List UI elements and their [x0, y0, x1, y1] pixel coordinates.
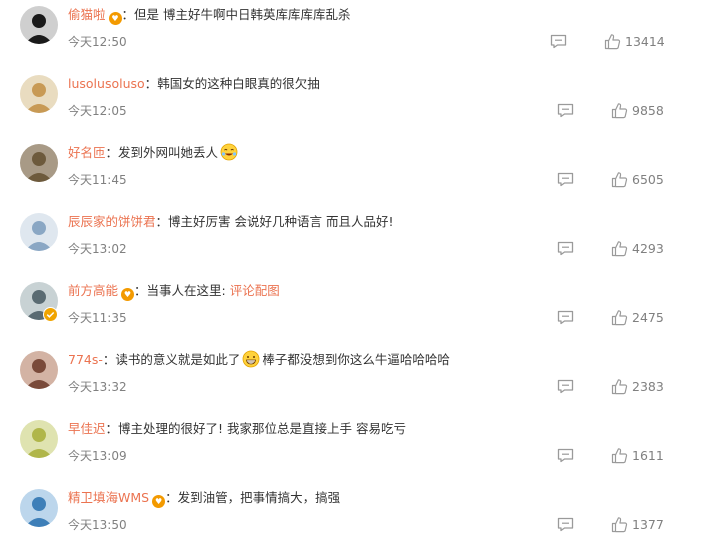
like-count: 1377	[632, 517, 664, 532]
like-count: 1611	[632, 448, 664, 463]
colon-separator: ：	[144, 76, 158, 91]
comment-icon[interactable]	[557, 379, 574, 394]
comment-text: 当事人在这里:	[146, 283, 226, 298]
comment-text: 发到外网叫她丢人	[118, 145, 219, 160]
laugh-emoji	[220, 143, 238, 167]
comment-item: 774s-：读书的意义就是如此了 棒子都没想到你这么牛逼哈哈哈哈今天13:32 23…	[0, 349, 713, 417]
comment-line: 辰辰家的饼饼君：博主好厉害 会说好几种语言 而且人品好!	[68, 212, 394, 232]
colon-separator: ：	[105, 421, 119, 436]
username-link[interactable]: 辰辰家的饼饼君	[68, 214, 156, 229]
like-count: 6505	[632, 172, 664, 187]
comment-line: 774s-：读书的意义就是如此了 棒子都没想到你这么牛逼哈哈哈哈	[68, 350, 450, 370]
comment-text: 发到油管，把事情搞大，搞强	[177, 490, 341, 505]
fan-medal-icon: ♥	[152, 495, 166, 508]
comment-item: lusolusoluso：韩国女的这种白眼真的很欠抽今天12:05 9858	[0, 73, 713, 141]
comment-time: 今天12:05	[68, 104, 127, 118]
comment-text: 读书的意义就是如此了	[115, 352, 241, 367]
fan-medal-icon: ♥	[108, 12, 122, 25]
comment-time: 今天12:50	[68, 35, 127, 49]
avatar[interactable]	[20, 213, 58, 251]
comment-icon[interactable]	[557, 448, 574, 463]
like-count: 4293	[632, 241, 664, 256]
comment-text: 博主好厉害 会说好几种语言 而且人品好!	[168, 214, 394, 229]
comment-line: 早佳迟：博主处理的很好了! 我家那位总是直接上手 容易吃亏	[68, 419, 406, 439]
comment-icon[interactable]	[557, 172, 574, 187]
comment-icon[interactable]	[557, 103, 574, 118]
comment-item: 前方高能 ♥ ：当事人在这里: 评论配图今天11:35 2475	[0, 280, 713, 348]
comment-list: 偷猫啦 ♥ ：但是 博主好牛啊中日韩英库库库库乱杀 今天12:50 13414 lusol…	[0, 0, 713, 554]
comment-line: 偷猫啦 ♥ ：但是 博主好牛啊中日韩英库库库库乱杀	[68, 5, 351, 25]
colon-separator: ：	[121, 7, 135, 22]
like-count: 9858	[632, 103, 664, 118]
comment-item: 偷猫啦 ♥ ：但是 博主好牛啊中日韩英库库库库乱杀 今天12:50 13414	[0, 4, 713, 72]
comment-line: 前方高能 ♥ ：当事人在这里: 评论配图	[68, 281, 280, 301]
username-link[interactable]: 精卫填海WMS	[68, 490, 149, 505]
username-link[interactable]: lusolusoluso	[68, 76, 145, 91]
colon-separator: ：	[105, 145, 119, 160]
username-link[interactable]: 偷猫啦	[68, 7, 106, 22]
avatar[interactable]	[20, 6, 58, 44]
username-link[interactable]: 早佳迟	[68, 421, 106, 436]
comment-item: 好名匝：发到外网叫她丢人今天11:45 6505	[0, 142, 713, 210]
avatar[interactable]	[20, 420, 58, 458]
comment-text: 博主处理的很好了! 我家那位总是直接上手 容易吃亏	[118, 421, 406, 436]
username-link[interactable]: 好名匝	[68, 145, 106, 160]
like-count: 13414	[625, 34, 665, 49]
comment-time: 今天13:32	[68, 380, 127, 394]
like-count: 2383	[632, 379, 664, 394]
comment-icon[interactable]	[550, 34, 567, 49]
avatar[interactable]	[20, 75, 58, 113]
comment-time: 今天13:09	[68, 449, 127, 463]
comment-line: 好名匝：发到外网叫她丢人	[68, 143, 240, 163]
comment-time: 今天13:50	[68, 518, 127, 532]
comment-item: 早佳迟：博主处理的很好了! 我家那位总是直接上手 容易吃亏今天13:09 1611	[0, 418, 713, 486]
avatar[interactable]	[20, 351, 58, 389]
comment-text-continued: 棒子都没想到你这么牛逼哈哈哈哈	[262, 352, 450, 367]
comment-time: 今天13:02	[68, 242, 127, 256]
verified-badge-icon	[43, 307, 58, 322]
comment-time: 今天11:45	[68, 173, 127, 187]
comment-text: 但是 博主好牛啊中日韩英库库库库乱杀	[134, 7, 351, 22]
comment-line: lusolusoluso：韩国女的这种白眼真的很欠抽	[68, 74, 320, 94]
grin-emoji	[242, 350, 260, 374]
colon-separator: ：	[155, 214, 169, 229]
avatar[interactable]	[20, 489, 58, 527]
comment-icon[interactable]	[557, 517, 574, 532]
like-count: 2475	[632, 310, 664, 325]
fan-medal-icon: ♥	[121, 288, 135, 301]
comment-item: 精卫填海WMS ♥ ：发到油管，把事情搞大，搞强今天13:50 1377	[0, 487, 713, 555]
username-link[interactable]: 774s-	[68, 352, 103, 367]
comment-image-link[interactable]: 评论配图	[230, 283, 280, 298]
username-link[interactable]: 前方高能	[68, 283, 118, 298]
comment-line: 精卫填海WMS ♥ ：发到油管，把事情搞大，搞强	[68, 488, 340, 508]
avatar[interactable]	[20, 144, 58, 182]
comment-item: 辰辰家的饼饼君：博主好厉害 会说好几种语言 而且人品好! 今天13:02 4293	[0, 211, 713, 279]
comment-time: 今天11:35	[68, 311, 127, 325]
colon-separator: ：	[134, 283, 147, 298]
comment-icon[interactable]	[557, 241, 574, 256]
colon-separator: ：	[165, 490, 178, 505]
comment-text: 韩国女的这种白眼真的很欠抽	[157, 76, 320, 91]
comment-icon[interactable]	[557, 310, 574, 325]
colon-separator: ：	[102, 352, 116, 367]
